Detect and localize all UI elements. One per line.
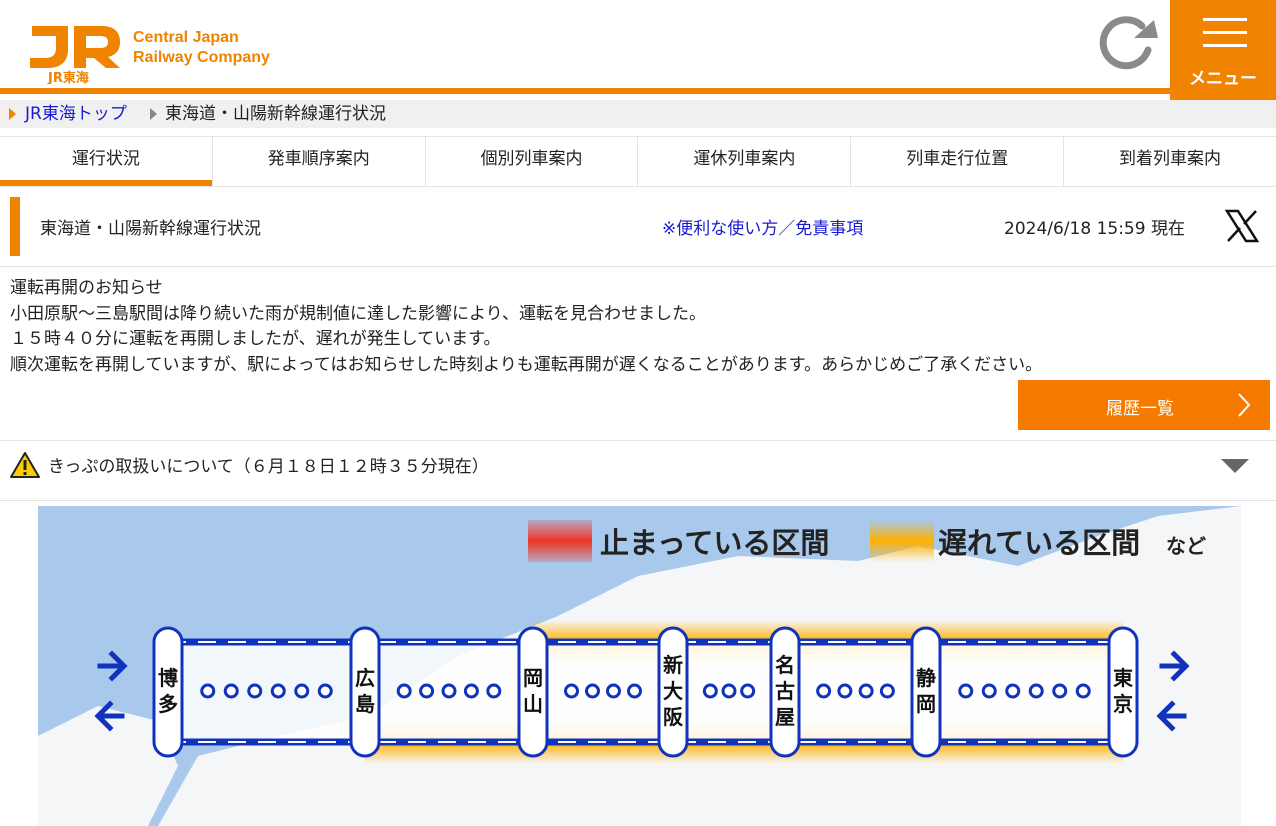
- intermediate-station-dot: [721, 683, 737, 699]
- intermediate-station-dot: [585, 683, 600, 699]
- hamburger-icon-bar: [1203, 31, 1247, 34]
- route-diagram: 博多広島岡山新大阪名古屋静岡東京: [94, 620, 1190, 764]
- tab-operation-status[interactable]: 運行状況: [0, 137, 213, 186]
- warning-icon: [10, 452, 40, 478]
- ticket-info-accordion[interactable]: きっぷの取扱いについて（６月１８日１２時３５分現在）: [0, 440, 1276, 501]
- station-label-char: 山: [523, 692, 543, 716]
- station-label-char: 名: [775, 653, 795, 677]
- station-label-char: 大: [663, 679, 683, 703]
- notice-heading: 運転再開のお知らせ: [10, 278, 163, 298]
- route-status-map: 止まっている区間 遅れている区間 など 博多広島岡山新大阪名古屋静岡東京: [38, 506, 1241, 826]
- hamburger-icon: [1203, 18, 1247, 21]
- station-label-char: 阪: [663, 705, 684, 729]
- help-disclaimer-link[interactable]: ※便利な使い方／免責事項: [662, 214, 863, 239]
- updated-timestamp: 2024/6/18 15:59 現在: [1004, 219, 1185, 239]
- intermediate-station-dot: [396, 683, 412, 699]
- station-label-char: 岡: [523, 666, 543, 690]
- station-label-char: 広: [355, 666, 375, 690]
- service-notice: 運転再開のお知らせ 小田原駅～三島駅間は降り続いた雨が規制値に達した影響により、…: [10, 276, 1270, 378]
- station-label-char: 古: [775, 679, 795, 703]
- legend-stopped-swatch: [528, 520, 592, 562]
- intermediate-station-dot: [816, 683, 832, 699]
- intermediate-station-dot: [1005, 683, 1021, 699]
- intermediate-station-dot: [200, 683, 216, 699]
- intermediate-station-dot: [1075, 683, 1091, 699]
- intermediate-station-dot: [1052, 683, 1068, 699]
- station-label-char: 新: [663, 653, 683, 677]
- breadcrumb-current: 東海道・山陽新幹線運行状況: [165, 104, 386, 124]
- status-header: 東海道・山陽新幹線運行状況 ※便利な使い方／免責事項 2024/6/18 15:…: [0, 188, 1276, 267]
- route-body: [168, 642, 1123, 742]
- breadcrumb-arrow-icon: [150, 108, 157, 120]
- intermediate-station-dot: [702, 683, 718, 699]
- menu-button[interactable]: メニュー: [1170, 0, 1276, 100]
- tab-departure-order[interactable]: 発車順序案内: [213, 137, 426, 186]
- notice-line: １５時４０分に運転を再開しましたが、遅れが発生しています。: [10, 329, 501, 349]
- notice-line: 順次運転を再開していますが、駅によってはお知らせした時刻よりも運転再開が遅くなる…: [10, 354, 1043, 375]
- intermediate-station-dot: [740, 683, 756, 699]
- intermediate-station-dot: [294, 683, 310, 699]
- station-label-char: 博: [158, 666, 178, 690]
- notice-line: 小田原駅～三島駅間は降り続いた雨が規制値に達した影響により、運転を見合わせました…: [10, 303, 706, 324]
- intermediate-station-dot: [1028, 683, 1044, 699]
- intermediate-station-dot: [858, 683, 874, 699]
- company-name-line1: Central Japan: [133, 29, 239, 46]
- intermediate-station-dot: [837, 683, 853, 699]
- status-title: 東海道・山陽新幹線運行状況: [40, 219, 261, 239]
- station-label-char: 多: [158, 692, 178, 716]
- station-label-char: 岡: [916, 692, 936, 716]
- intermediate-station-dot: [564, 683, 579, 699]
- intermediate-station-dot: [419, 683, 435, 699]
- status-accent-bar: [10, 197, 20, 256]
- intermediate-station-dot: [958, 683, 974, 699]
- station-label-char: 京: [1113, 692, 1133, 716]
- intermediate-station-dot: [441, 683, 457, 699]
- intermediate-station-dot: [223, 683, 239, 699]
- company-name-line2: Railway Company: [133, 49, 270, 66]
- breadcrumb: JR東海トップ 東海道・山陽新幹線運行状況: [0, 100, 1276, 128]
- intermediate-station-dot: [879, 683, 895, 699]
- hamburger-icon-bar: [1203, 44, 1247, 47]
- chevron-right-icon: [1238, 393, 1251, 417]
- history-list-button[interactable]: 履歴一覧: [1018, 380, 1270, 430]
- intermediate-station-dot: [486, 683, 502, 699]
- station-label-char: 屋: [775, 705, 795, 729]
- x-share-icon[interactable]: [1224, 208, 1260, 244]
- tab-train-info[interactable]: 個別列車案内: [426, 137, 639, 186]
- legend-delayed-label: 遅れている区間: [938, 526, 1140, 560]
- station-label-char: 東: [1113, 666, 1133, 690]
- tab-cancelled-trains[interactable]: 運休列車案内: [638, 137, 852, 186]
- reload-icon[interactable]: [1098, 16, 1160, 70]
- intermediate-station-dot: [627, 683, 642, 699]
- legend-stopped-label: 止まっている区間: [600, 526, 829, 560]
- intermediate-station-dot: [606, 683, 621, 699]
- tab-train-position[interactable]: 列車走行位置: [851, 137, 1065, 186]
- company-name: Central Japan Railway Company: [133, 28, 270, 68]
- legend-delayed-swatch: [870, 520, 934, 562]
- station-label-char: 静: [916, 666, 936, 690]
- intermediate-station-dot: [981, 683, 997, 699]
- site-header: JR東海 Central Japan Railway Company: [0, 0, 1276, 94]
- tab-arriving-trains[interactable]: 到着列車案内: [1064, 137, 1276, 186]
- intermediate-station-dot: [463, 683, 479, 699]
- ticket-info-text: きっぷの取扱いについて（６月１８日１２時３５分現在）: [48, 457, 489, 477]
- tab-bar: 運行状況 発車順序案内 個別列車案内 運休列車案内 列車走行位置 到着列車案内: [0, 136, 1276, 187]
- breadcrumb-top-link[interactable]: JR東海トップ: [25, 100, 127, 128]
- svg-text:JR東海: JR東海: [47, 70, 89, 84]
- intermediate-station-dot: [247, 683, 263, 699]
- station-label-char: 島: [355, 692, 375, 716]
- intermediate-station-dot: [317, 683, 333, 699]
- history-button-label: 履歴一覧: [1106, 399, 1174, 419]
- breadcrumb-arrow-icon: [9, 108, 16, 120]
- legend-suffix: など: [1166, 534, 1206, 558]
- menu-label: メニュー: [1189, 69, 1257, 89]
- intermediate-station-dot: [270, 683, 286, 699]
- chevron-down-icon: [1221, 459, 1249, 473]
- jr-central-logo[interactable]: JR東海: [28, 18, 120, 84]
